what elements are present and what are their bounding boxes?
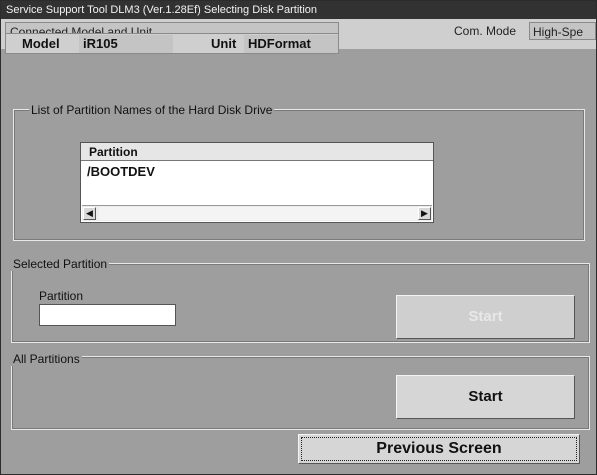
partition-list[interactable]: Partition /BOOTDEV ◀ ▶	[80, 142, 434, 223]
com-mode-value: High-Spe	[529, 22, 596, 40]
unit-label: Unit	[211, 36, 237, 51]
scroll-right-icon[interactable]: ▶	[418, 207, 431, 220]
selected-partition-group-label: Selected Partition	[11, 257, 110, 271]
all-partitions-group-label: All Partitions	[11, 352, 82, 366]
partition-input[interactable]	[39, 304, 176, 326]
partition-list-group-label: List of Partition Names of the Hard Disk…	[29, 103, 275, 117]
model-unit-box: Model iR105 Unit HDFormat	[5, 33, 339, 54]
window-title: Service Support Tool DLM3 (Ver.1.28Ef) S…	[1, 1, 596, 19]
model-label: Model	[22, 36, 60, 51]
scroll-left-icon[interactable]: ◀	[83, 207, 96, 220]
model-value: iR105	[79, 35, 173, 53]
scroll-thumb[interactable]	[99, 207, 419, 220]
unit-value: HDFormat	[244, 35, 338, 53]
app-window: Service Support Tool DLM3 (Ver.1.28Ef) S…	[0, 0, 597, 475]
start-all-button[interactable]: Start	[396, 375, 575, 419]
previous-screen-button[interactable]: Previous Screen	[298, 434, 580, 464]
model-unit-row: Model iR105 Unit HDFormat	[1, 33, 596, 73]
com-mode-label: Com. Mode	[454, 24, 517, 38]
horizontal-scrollbar[interactable]: ◀ ▶	[82, 205, 432, 221]
partition-field-label: Partition	[39, 289, 84, 303]
list-item[interactable]: /BOOTDEV	[87, 164, 155, 180]
start-selected-button[interactable]: Start	[396, 295, 575, 339]
partition-column-header[interactable]: Partition	[81, 143, 433, 161]
